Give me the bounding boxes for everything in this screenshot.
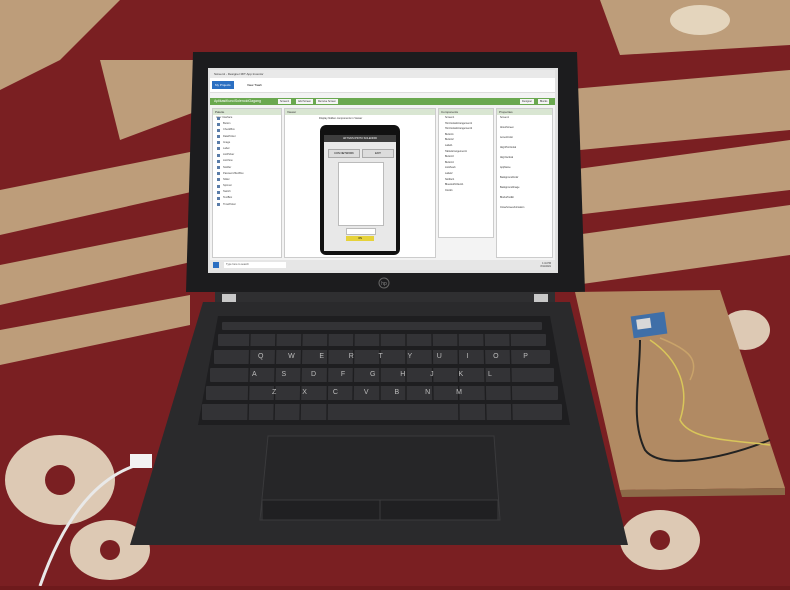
status-label: [346, 228, 376, 235]
property-item[interactable]: BackgroundImage: [497, 185, 552, 195]
project-name: AplikasiKunciSolenoidGagang: [214, 99, 261, 103]
taskbar: Type here to search 1:41 PM 8/11/2021: [210, 260, 555, 270]
on-button[interactable]: ON: [346, 236, 374, 241]
properties-panel: Properties Screen1 AboutScreen AccentCol…: [496, 108, 553, 258]
usb-plug: [130, 454, 152, 468]
list-view: [338, 162, 384, 226]
hp-logo-text: hp: [381, 281, 387, 287]
menu-view-trash[interactable]: View Trash: [244, 81, 265, 89]
hidden-components-checkbox[interactable]: Display hidden components in Viewer: [319, 117, 362, 120]
designer-button[interactable]: Designer: [520, 99, 535, 104]
blocks-button[interactable]: Blocks: [538, 99, 550, 104]
property-item[interactable]: CloseScreenAnimation: [497, 205, 552, 215]
property-item[interactable]: AboutScreen: [497, 125, 552, 135]
phone-screen: AKTIVASI PINTU SOLENOID CON NETWORK EXIT…: [324, 135, 396, 251]
viewer-header: Viewer: [285, 109, 435, 115]
menubar: My Projects View Trash: [210, 78, 555, 93]
add-screen-button[interactable]: Add Screen: [296, 99, 314, 104]
windows-start-icon[interactable]: [213, 262, 219, 268]
palette-panel: Palette User Interface Button CheckBox D…: [212, 108, 282, 258]
keyboard-keys: [202, 322, 562, 420]
exit-button[interactable]: EXIT: [362, 149, 394, 158]
window-title: Screen1 - Designer MIT App Inventor: [210, 70, 555, 78]
property-item[interactable]: BlocksToolkit: [497, 195, 552, 205]
components-panel: Components Screen1 HorizontalArrangement…: [438, 108, 494, 238]
clock-date: 8/11/2021: [540, 265, 551, 268]
component-item[interactable]: Clock1: [439, 188, 493, 194]
taskbar-clock: 1:41 PM 8/11/2021: [541, 262, 551, 268]
property-item[interactable]: AppName: [497, 165, 552, 175]
project-bar: AplikasiKunciSolenoidGagang Screen1 Add …: [210, 98, 555, 105]
connect-button[interactable]: CON NETWORK: [328, 149, 360, 158]
property-item[interactable]: AlignVertical: [497, 155, 552, 165]
property-item[interactable]: BackgroundColor: [497, 175, 552, 185]
property-item[interactable]: AlignHorizontal: [497, 145, 552, 155]
app-title: AKTIVASI PINTU SOLENOID: [324, 135, 396, 142]
phone-preview: AKTIVASI PINTU SOLENOID CON NETWORK EXIT…: [320, 125, 400, 255]
palette-item[interactable]: TimePicker: [213, 202, 281, 208]
photo-scene: hp Screen1 - Designer MIT App Inventor M…: [0, 0, 790, 587]
property-item[interactable]: AccentColor: [497, 135, 552, 145]
remove-screen-button[interactable]: Remove Screen: [316, 99, 338, 104]
laptop-display: Screen1 - Designer MIT App Inventor My P…: [210, 70, 555, 270]
menu-my-projects[interactable]: My Projects: [212, 81, 234, 89]
property-item: Screen1: [500, 116, 509, 119]
screen-select-button[interactable]: Screen1: [278, 99, 292, 104]
taskbar-search[interactable]: Type here to search: [224, 262, 286, 268]
